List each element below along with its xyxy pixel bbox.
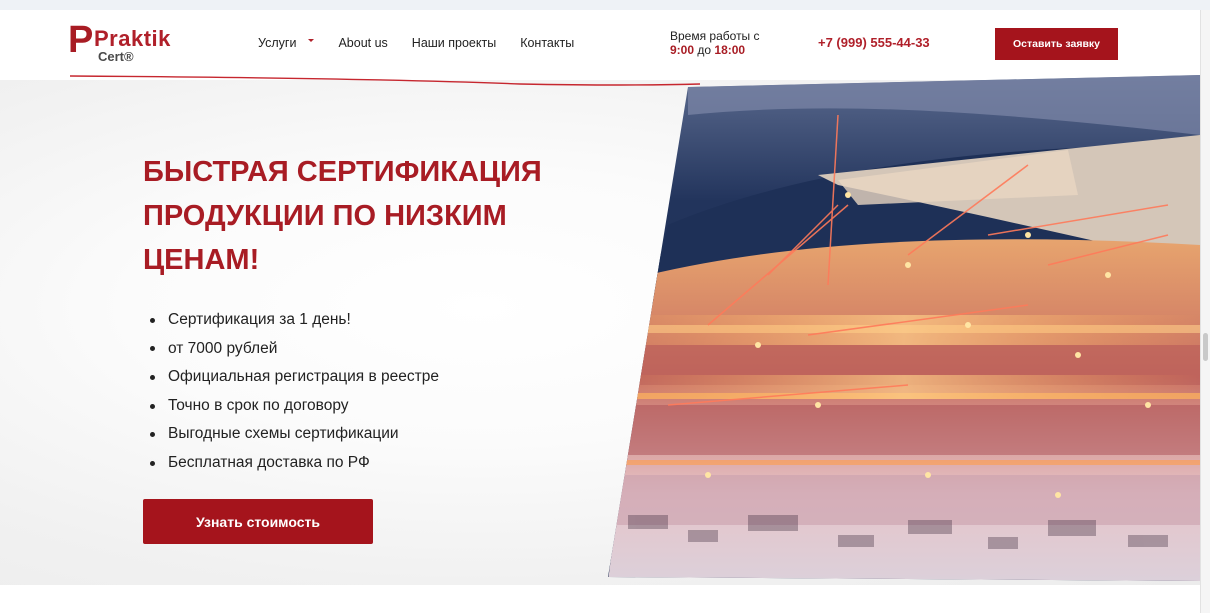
nav-item-label: Контакты	[520, 36, 575, 50]
hero-title: БЫСТРАЯ СЕРТИФИКАЦИЯ ПРОДУКЦИИ ПО НИЗКИМ…	[143, 156, 542, 276]
scrollbar[interactable]	[1200, 10, 1210, 613]
nav-item-label: Услуги	[258, 36, 297, 50]
bullet-icon	[150, 403, 155, 409]
feature-text: Бесплатная доставка по РФ	[168, 453, 370, 471]
nav-item-projects[interactable]: Наши проекты	[412, 36, 496, 50]
hours-to-word: до	[697, 43, 712, 57]
main-nav: Услуги About us Наши проекты Контакты	[258, 36, 598, 50]
feature-text: Сертификация за 1 день!	[168, 311, 351, 328]
logo-subtext: Cert®	[98, 49, 134, 64]
feature-text: от 7000 рублей	[168, 339, 278, 357]
request-button[interactable]: Оставить заявку	[995, 28, 1118, 60]
list-item: Выгодные схемы сертификации	[150, 420, 439, 449]
nav-item-contacts[interactable]: Контакты	[520, 36, 574, 50]
hours-to: 18:00	[714, 43, 746, 57]
bullet-icon	[150, 374, 155, 380]
working-hours: Время работы с 9:00 до 18:00	[670, 29, 760, 57]
list-item: Точно в срок по договору	[150, 392, 439, 421]
logo-text: Praktik	[94, 26, 171, 51]
next-section	[0, 585, 1200, 613]
logo-mark: P	[68, 19, 94, 61]
list-item: от 7000 рублей	[150, 335, 439, 364]
chevron-down-icon	[308, 38, 315, 42]
bullet-icon	[150, 432, 155, 438]
nav-item-label: Наши проекты	[411, 36, 497, 50]
site-header: P Praktik Cert® Услуги About us Наши про…	[0, 10, 1200, 80]
browser-top-strip	[0, 0, 1210, 10]
bullet-icon	[150, 346, 155, 352]
list-item: Сертификация за 1 день!	[150, 306, 439, 335]
feature-text: Точно в срок по договору	[168, 396, 349, 414]
get-price-button[interactable]: Узнать стоимость	[143, 499, 373, 544]
bullet-icon	[150, 317, 155, 323]
phone-link[interactable]: +7 (999) 555-44-33	[818, 35, 930, 50]
list-item: Официальная регистрация в реестре	[150, 363, 439, 392]
scrollbar-thumb[interactable]	[1203, 333, 1208, 361]
logo[interactable]: P Praktik Cert®	[68, 20, 180, 72]
nav-item-label: About us	[338, 36, 388, 50]
list-item: Бесплатная доставка по РФ	[150, 449, 439, 478]
bullet-icon	[150, 460, 155, 466]
hours-from: 9:00	[670, 43, 695, 57]
header-divider	[70, 75, 700, 86]
feature-text: Выгодные схемы сертификации	[168, 425, 399, 443]
industrial-port-photo	[608, 75, 1200, 581]
features-list: Сертификация за 1 день! от 7000 рублей О…	[150, 306, 439, 478]
nav-item-services[interactable]: Услуги	[258, 36, 315, 50]
nav-item-about[interactable]: About us	[338, 36, 387, 50]
hours-label: Время работы с	[670, 29, 760, 43]
feature-text: Официальная регистрация в реестре	[168, 368, 439, 386]
